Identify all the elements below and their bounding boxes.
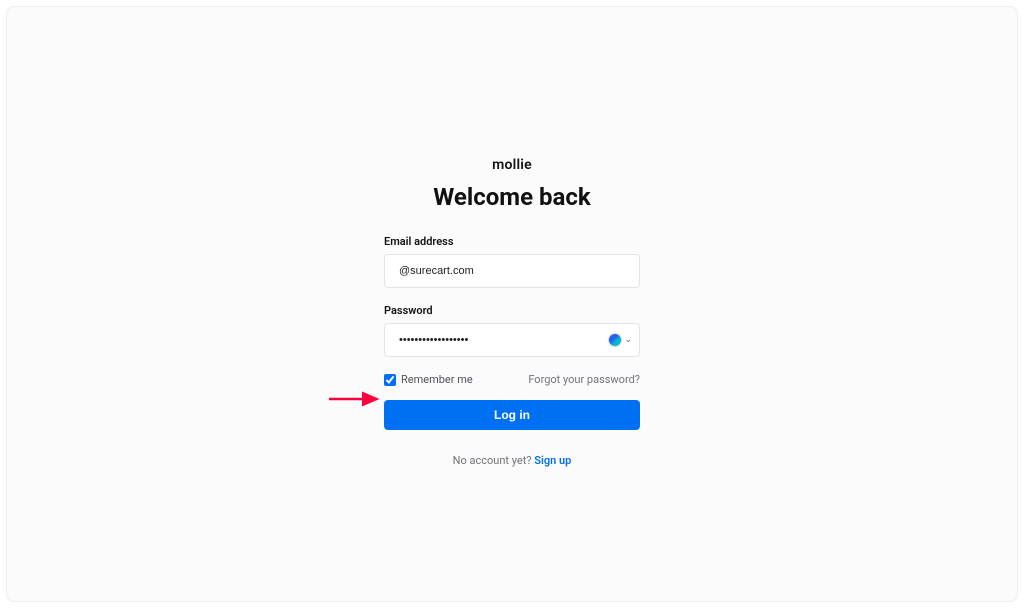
email-input[interactable] (384, 254, 640, 288)
brand-logo: mollie (492, 157, 532, 173)
password-manager-icon (608, 333, 622, 347)
email-label: Email address (384, 235, 640, 248)
no-account-text: No account yet? (453, 454, 535, 467)
password-wrapper: ⌄ (384, 323, 640, 357)
forgot-password-link[interactable]: Forgot your password? (528, 373, 640, 386)
password-group: Password ⌄ (384, 304, 640, 357)
login-form: Email address Password ⌄ Remember me For… (384, 235, 640, 467)
remember-me[interactable]: Remember me (384, 373, 473, 386)
annotation-arrow-icon (327, 389, 387, 409)
signup-link[interactable]: Sign up (534, 454, 571, 467)
chevron-down-icon: ⌄ (624, 335, 632, 345)
options-row: Remember me Forgot your password? (384, 373, 640, 386)
password-input[interactable] (384, 323, 640, 357)
login-button[interactable]: Log in (384, 400, 640, 430)
remember-label: Remember me (401, 373, 473, 386)
password-label: Password (384, 304, 640, 317)
login-page: mollie Welcome back Email address Passwo… (6, 6, 1018, 602)
email-group: Email address (384, 235, 640, 288)
page-title: Welcome back (433, 183, 590, 211)
signup-prompt: No account yet? Sign up (384, 454, 640, 467)
password-manager-indicator[interactable]: ⌄ (608, 333, 632, 347)
remember-checkbox[interactable] (384, 374, 396, 386)
